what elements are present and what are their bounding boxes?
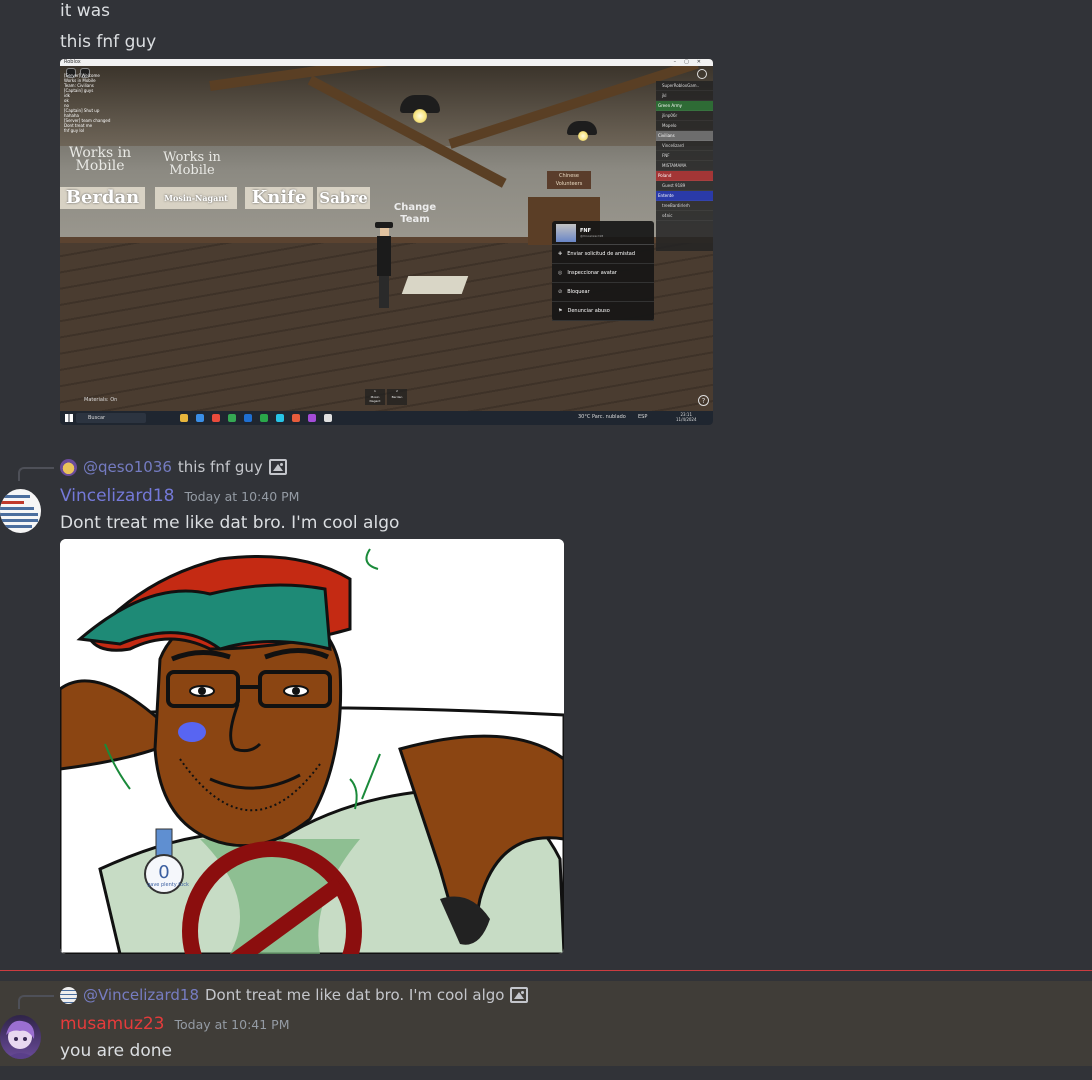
- image-attachment-roblox[interactable]: Works in Mobile Works in Mobile Berdan M…: [60, 59, 713, 425]
- reply-content[interactable]: Dont treat me like dat bro. I'm cool alg…: [205, 986, 504, 1004]
- chat-line: fnf guy lol: [64, 128, 85, 133]
- change-team-label: Change Team: [393, 202, 437, 225]
- image-icon: [510, 987, 529, 1003]
- message-timestamp: Today at 10:40 PM: [184, 489, 300, 504]
- message-header: musamuz23 Today at 10:41 PM: [60, 1014, 289, 1034]
- help-icon: ?: [698, 395, 709, 406]
- lamp-bulb: [578, 131, 588, 141]
- author-name[interactable]: Vincelizard18: [60, 486, 174, 506]
- new-messages-divider: [0, 970, 1092, 971]
- taskbar-search: Buscar: [76, 413, 146, 423]
- weapon-sign: Knife: [245, 187, 313, 209]
- message-text: this fnf guy: [60, 32, 157, 52]
- context-item-icon: ⚑: [558, 308, 563, 314]
- taskbar-apps: [180, 414, 332, 422]
- player-list-entry[interactable]: SuperRobloxGam..: [656, 81, 713, 91]
- reply-spine: [18, 995, 54, 1009]
- lamp-bulb: [413, 109, 427, 123]
- context-item-label: Bloquear: [567, 289, 590, 295]
- player-list-entry[interactable]: Vincelizard: [656, 141, 713, 151]
- window-controls: –▢✕: [673, 59, 709, 65]
- context-item-label: Denunciar abuso: [567, 308, 610, 314]
- reply-preview[interactable]: @Vincelizard18 Dont treat me like dat br…: [18, 985, 529, 1009]
- wojak-drawing: 0 gave plenty fuck: [60, 539, 564, 954]
- scene-mat: [401, 276, 469, 294]
- reply-avatar: [60, 986, 77, 1004]
- context-item-icon: ◎: [558, 270, 563, 276]
- hotbar-label: Mosin Nagant: [369, 395, 381, 403]
- avatar[interactable]: [0, 1015, 41, 1059]
- hotbar-label: Berdan: [391, 395, 403, 399]
- player-list-team: Civilians: [656, 131, 713, 141]
- hotbar-number: 1: [374, 389, 376, 393]
- context-menu-item[interactable]: ⊘ Bloquear: [552, 283, 654, 302]
- context-item-label: Enviar solicitud de amistad: [567, 251, 636, 257]
- image-attachment-wojak[interactable]: 0 gave plenty fuck: [60, 539, 564, 954]
- context-menu-item[interactable]: ◎ Inspeccionar avatar: [552, 264, 654, 283]
- player-list-entry[interactable]: FNF: [656, 151, 713, 161]
- reply-preview[interactable]: @qeso1036 this fnf guy: [18, 457, 287, 481]
- weapon-sign: Sabre: [317, 187, 370, 209]
- reply-handle[interactable]: @qeso1036: [83, 458, 172, 476]
- context-item-icon: ⊘: [558, 289, 563, 295]
- avatar[interactable]: [0, 489, 41, 533]
- game-chat-log: [Server] Welcome Works in Mobile Team: Civ…: [64, 73, 174, 133]
- more-icon: [697, 69, 707, 79]
- player-thumbnail: [556, 223, 576, 242]
- context-item-label: Inspeccionar avatar: [567, 270, 617, 276]
- clock-date: 11/4/2024: [676, 417, 697, 422]
- author-name[interactable]: musamuz23: [60, 1014, 165, 1034]
- taskbar-language: ESP: [638, 414, 648, 420]
- window-title: Roblox: [64, 59, 81, 65]
- medal-number: 0: [158, 862, 169, 883]
- materials-status: Materials: On: [84, 397, 118, 403]
- weapon-sign: Berdan: [60, 187, 145, 209]
- windows-taskbar: Buscar 30°C Parc. nublado ESP 23:11 11/4…: [60, 411, 713, 425]
- reply-content[interactable]: this fnf guy: [178, 458, 263, 476]
- medal-caption: gave plenty fuck: [147, 882, 189, 888]
- hotbar-slot: 2 Berdan: [387, 389, 407, 405]
- reply-handle[interactable]: @Vincelizard18: [83, 986, 199, 1004]
- taskbar-weather: 30°C Parc. nublado: [578, 414, 626, 420]
- player-list-entry[interactable]: Guest 9189: [656, 181, 713, 191]
- reply-spine: [18, 467, 54, 481]
- player-list-entry[interactable]: MISTAMAMA: [656, 161, 713, 171]
- player-name: FNF: [580, 227, 592, 234]
- wall-small-sign: Chinese Volunteers: [547, 171, 591, 189]
- player-list-team: Green Army: [656, 101, 713, 111]
- wall-text: Works in Mobile: [68, 145, 132, 174]
- player-list-entry[interactable]: jlinp06r: [656, 111, 713, 121]
- windows-start-icon: [65, 414, 73, 422]
- reply-avatar: [60, 458, 77, 476]
- player-list-entry[interactable]: s4nic: [656, 211, 713, 221]
- player-handle: @Vincelizard18: [580, 233, 604, 238]
- context-menu-item[interactable]: ⚑ Denunciar abuso: [552, 302, 654, 321]
- player-list: SuperRobloxGam.. jkl Green Army jlinp06r Mop…: [656, 81, 713, 251]
- weapon-sign: Mosin-Nagant: [155, 187, 237, 209]
- wall-text: Works in Mobile: [163, 150, 221, 178]
- player-context-menu: FNF @Vincelizard18 ✚ Enviar solicitud de …: [552, 221, 654, 321]
- message-header: Vincelizard18 Today at 10:40 PM: [60, 486, 299, 506]
- taskbar-clock: 23:11 11/4/2024: [676, 412, 697, 422]
- player-list-team: Entente: [656, 191, 713, 201]
- context-menu-item[interactable]: ✚ Enviar solicitud de amistad: [552, 245, 654, 264]
- player-list-entry[interactable]: Mopelo: [656, 121, 713, 131]
- message-text: it was: [60, 1, 110, 21]
- player-list-team: Poland: [656, 171, 713, 181]
- player-avatar: [375, 222, 393, 308]
- avatar-art: [6, 1020, 36, 1059]
- context-menu-header: FNF @Vincelizard18: [552, 221, 654, 245]
- message-text: Dont treat me like dat bro. I'm cool alg…: [60, 513, 400, 533]
- message-timestamp: Today at 10:41 PM: [174, 1017, 290, 1032]
- player-list-entry[interactable]: jkl: [656, 91, 713, 101]
- window-titlebar: Roblox –▢✕: [60, 59, 713, 66]
- image-icon: [268, 459, 287, 475]
- hotbar-number: 2: [396, 389, 398, 393]
- player-list-entry[interactable]: treeBardirlerh: [656, 201, 713, 211]
- context-item-icon: ✚: [558, 251, 563, 257]
- hotbar-slot: 1 Mosin Nagant: [365, 389, 385, 405]
- message-text: you are done: [60, 1041, 172, 1061]
- tool-hotbar: 1 Mosin Nagant 2 Berdan: [365, 389, 407, 405]
